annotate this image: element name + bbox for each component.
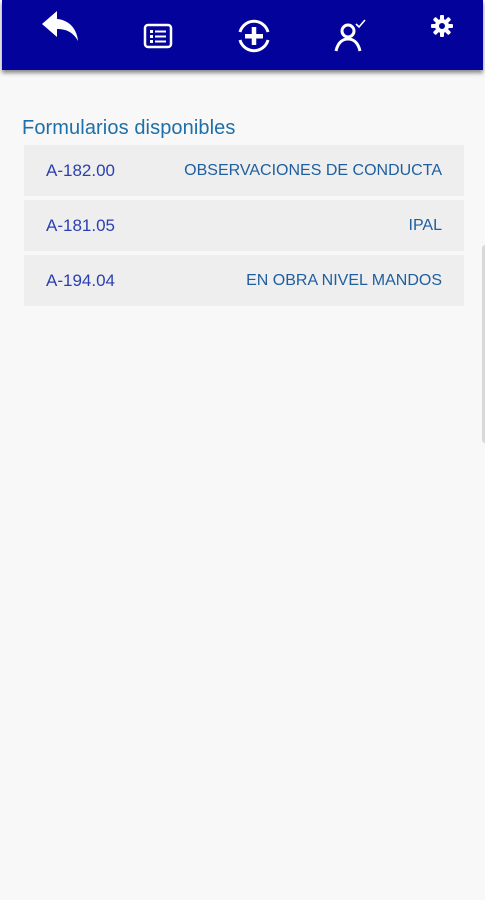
user-check-button[interactable] xyxy=(328,16,372,56)
form-code: A-194.04 xyxy=(46,271,115,290)
form-row[interactable]: A-181.05 IPAL xyxy=(24,200,464,251)
form-row[interactable]: A-182.00 OBSERVACIONES DE CONDUCTA xyxy=(24,145,464,196)
form-name: EN OBRA NIVEL MANDOS xyxy=(246,272,442,289)
person-check-icon xyxy=(332,18,368,54)
form-code: A-181.05 xyxy=(46,216,115,235)
back-button[interactable] xyxy=(36,6,84,46)
settings-button[interactable] xyxy=(424,8,460,44)
form-row[interactable]: A-194.04 EN OBRA NIVEL MANDOS xyxy=(24,255,464,306)
reply-arrow-icon xyxy=(39,8,81,44)
gear-icon xyxy=(430,14,454,38)
forms-button[interactable] xyxy=(138,18,178,54)
top-toolbar xyxy=(2,0,483,70)
form-name: OBSERVACIONES DE CONDUCTA xyxy=(184,162,442,179)
add-button[interactable] xyxy=(232,16,276,56)
form-code: A-182.00 xyxy=(46,161,115,180)
form-list-icon xyxy=(143,23,173,49)
forms-list: A-182.00 OBSERVACIONES DE CONDUCTA A-181… xyxy=(24,145,464,310)
form-name: IPAL xyxy=(408,217,443,234)
section-title: Formularios disponibles xyxy=(22,117,236,139)
add-circle-icon xyxy=(236,18,272,54)
